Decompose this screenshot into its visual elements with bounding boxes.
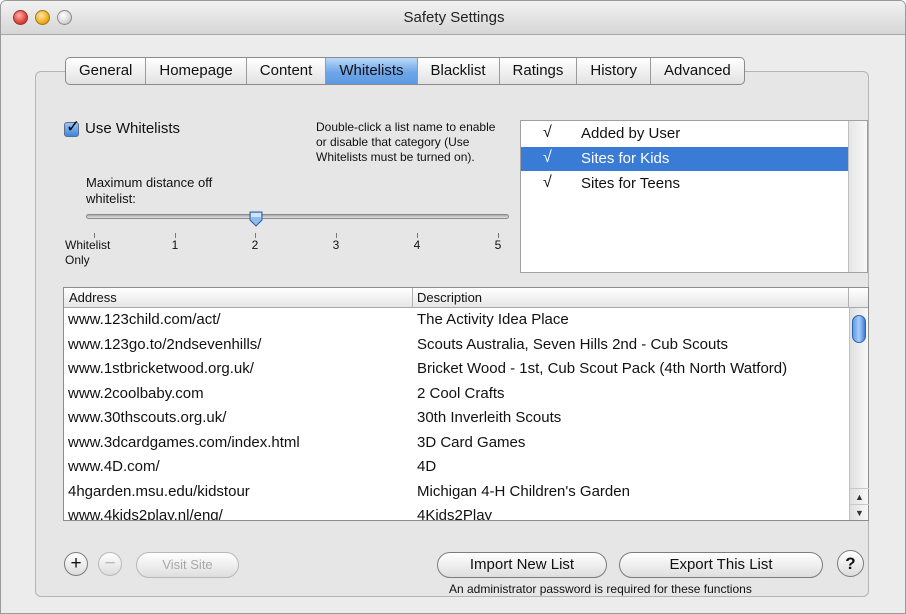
tick-label-3: 3 [332,238,340,252]
address-cell: www.1stbricketwood.org.uk/ [68,360,254,377]
tick-label-whitelist-only: Whitelist Only [65,238,111,267]
table-row[interactable]: www.30thscouts.org.uk/ 30th Inverleith S… [64,406,849,431]
table-scrollbar[interactable]: ▲ ▼ [849,308,869,520]
description-cell: Bricket Wood - 1st, Cub Scout Pack (4th … [417,360,788,377]
address-cell: www.30thscouts.org.uk/ [68,409,227,426]
tab-blacklist[interactable]: Blacklist [418,58,500,84]
table-row[interactable]: www.4D.com/ 4D [64,455,849,480]
scrollbar-thumb[interactable] [852,315,866,343]
description-cell: 2 Cool Crafts [417,384,505,402]
export-this-list-button[interactable]: Export This List [619,552,823,578]
column-divider[interactable] [412,288,413,308]
address-cell: www.4D.com/ [68,458,160,475]
table-row[interactable]: www.4kids2play.nl/eng/ 4Kids2Play [64,504,849,520]
slider-thumb[interactable] [248,211,264,227]
enabled-check-icon: √ [543,124,552,141]
visit-site-button[interactable]: Visit Site [136,552,239,578]
table-row[interactable]: www.123child.com/act/ The Activity Idea … [64,308,849,333]
table-row[interactable]: www.123go.to/2ndsevenhills/ Scouts Austr… [64,333,849,358]
safety-settings-window: Safety Settings General Homepage Content… [0,0,906,614]
column-header-address[interactable]: Address [69,290,117,305]
tick-label-2: 2 [251,238,259,252]
description-cell: 3D Card Games [417,433,526,451]
use-whitelists-checkbox[interactable]: ✓ [64,117,80,137]
description-cell: Scouts Australia, Seven Hills 2nd - Cub … [417,335,728,353]
enabled-check-icon: √ [543,149,552,166]
tick-label-5: 5 [494,238,502,252]
table-header: Address Description [64,288,868,308]
tick-label-1: 1 [171,238,179,252]
category-name: Sites for Kids [581,150,670,167]
whitelist-help-text: Double-click a list name to enable or di… [316,120,496,164]
column-header-description[interactable]: Description [417,290,482,305]
add-site-button[interactable]: + [64,552,88,576]
description-cell: 4D [417,458,437,475]
address-cell: www.123go.to/2ndsevenhills/ [68,335,262,353]
admin-password-note: An administrator password is required fo… [449,582,752,596]
use-whitelists-label: Use Whitelists [85,120,181,137]
scroll-up-arrow-icon[interactable]: ▲ [850,488,869,504]
title-bar: Safety Settings [1,1,905,35]
table-body: www.123child.com/act/ The Activity Idea … [64,308,849,520]
help-button[interactable]: ? [837,550,864,577]
description-cell: The Activity Idea Place [417,311,569,328]
address-cell: www.3dcardgames.com/index.html [68,433,300,451]
tab-whitelists[interactable]: Whitelists [326,58,418,84]
column-divider [848,288,849,308]
category-name: Sites for Teens [581,175,680,192]
table-row[interactable]: www.2coolbaby.com 2 Cool Crafts [64,382,849,407]
address-cell: www.2coolbaby.com [68,384,204,402]
description-cell: Michigan 4-H Children's Garden [417,482,630,500]
tab-advanced[interactable]: Advanced [651,58,744,84]
table-row[interactable]: 4hgarden.msu.edu/kidstour Michigan 4-H C… [64,480,849,505]
distance-slider[interactable] [86,214,509,219]
description-cell: 4Kids2Play [417,507,493,520]
address-cell: www.4kids2play.nl/eng/ [68,507,223,520]
table-row[interactable]: www.1stbricketwood.org.uk/ Bricket Wood … [64,357,849,382]
description-cell: 30th Inverleith Scouts [417,409,562,426]
category-row-added-by-user[interactable]: √ Added by User [521,122,849,146]
enabled-check-icon: √ [543,174,552,191]
tab-history[interactable]: History [577,58,652,84]
max-distance-label: Maximum distance off whitelist: [86,175,213,206]
tick-label-4: 4 [413,238,421,252]
table-row[interactable]: www.3dcardgames.com/index.html 3D Card G… [64,431,849,456]
category-row-sites-for-teens[interactable]: √ Sites for Teens [521,172,849,196]
tab-general[interactable]: General [66,58,147,84]
tab-ratings[interactable]: Ratings [500,58,578,84]
tab-homepage[interactable]: Homepage [146,58,247,84]
checkmark-icon: ✓ [66,117,81,136]
scroll-down-arrow-icon[interactable]: ▼ [850,504,869,520]
address-cell: 4hgarden.msu.edu/kidstour [68,482,250,500]
category-row-sites-for-kids[interactable]: √ Sites for Kids [521,147,849,171]
remove-site-button[interactable]: − [98,552,122,576]
tab-bar: General Homepage Content Whitelists Blac… [65,57,745,85]
tab-content[interactable]: Content [247,58,327,84]
window-title: Safety Settings [403,9,505,26]
category-name: Added by User [581,125,681,142]
categories-scrollbar[interactable] [848,121,867,272]
import-new-list-button[interactable]: Import New List [437,552,607,578]
whitelist-categories-list: √ Added by User √ Sites for Kids √ Sites… [520,120,868,273]
address-cell: www.123child.com/act/ [68,311,221,328]
whitelist-sites-table: Address Description www.123child.com/act… [63,287,869,521]
